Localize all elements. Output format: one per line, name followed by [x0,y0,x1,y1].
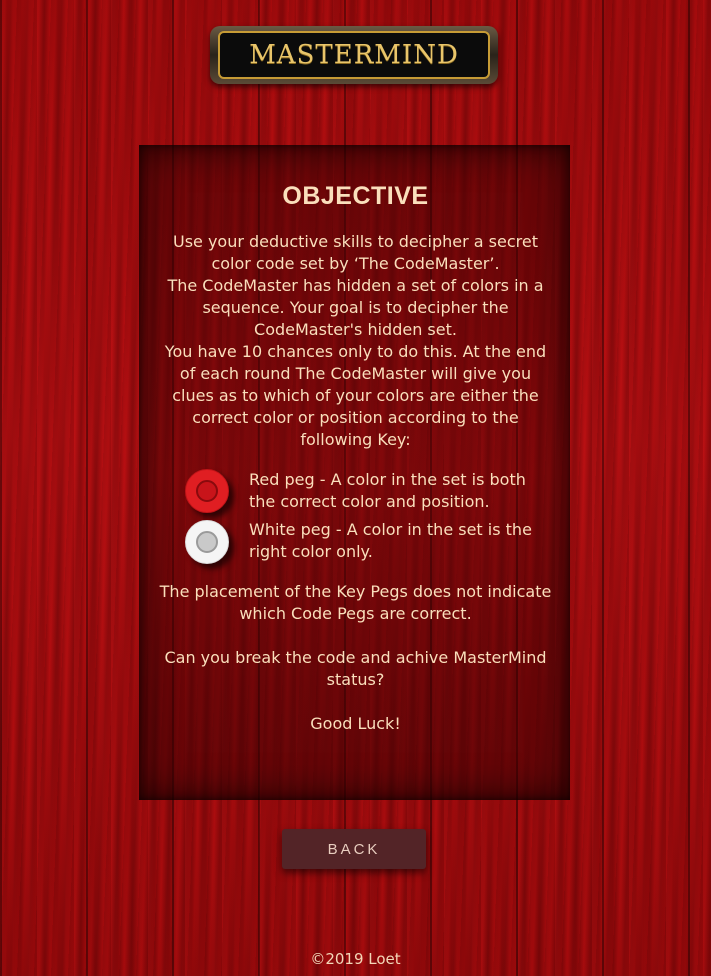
intro-line: color code set by ‘The CodeMaster’. [211,254,500,273]
key-line: the correct color and position. [249,492,490,511]
red-peg-description: Red peg - A color in the set is both the… [249,469,549,513]
intro-line: correct color or position according to t… [192,408,519,427]
logo-text: MASTERMIND [249,40,459,70]
intro-line: of each round The CodeMaster will give y… [179,364,532,383]
intro-line: The CodeMaster has hidden a set of color… [167,276,544,295]
intro-line: You have 10 chances only to do this. At … [164,342,547,361]
white-peg-icon [185,520,229,564]
intro-paragraph: Use your deductive skills to decipher a … [0,231,711,451]
key-line: right color only. [249,542,373,561]
key-line: Red peg - A color in the set is both [249,470,526,489]
back-button[interactable]: BACK [282,829,426,869]
question-line: status? [326,670,385,689]
intro-line: following Key: [300,430,411,449]
placement-note: The placement of the Key Pegs does not i… [0,581,711,625]
logo-inner: MASTERMIND [218,31,490,79]
objective-title: OBJECTIVE [282,182,429,210]
red-peg-icon [185,469,229,513]
white-peg-description: White peg - A color in the set is the ri… [249,519,549,563]
note-line: which Code Pegs are correct. [239,604,472,623]
white-peg-center [196,531,218,553]
copyright-footer: ©2019 Loet [310,950,401,968]
key-line: White peg - A color in the set is the [249,520,532,539]
note-line: The placement of the Key Pegs does not i… [159,582,552,601]
question-line: Can you break the code and achive Master… [164,648,547,667]
intro-line: CodeMaster's hidden set. [254,320,457,339]
intro-line: sequence. Your goal is to decipher the [202,298,509,317]
challenge-question: Can you break the code and achive Master… [0,647,711,691]
intro-line: clues as to which of your colors are eit… [172,386,539,405]
mastermind-logo: MASTERMIND [210,26,498,84]
red-peg-center [196,480,218,502]
intro-line: Use your deductive skills to decipher a … [172,232,538,251]
good-luck-text: Good Luck! [310,714,401,733]
